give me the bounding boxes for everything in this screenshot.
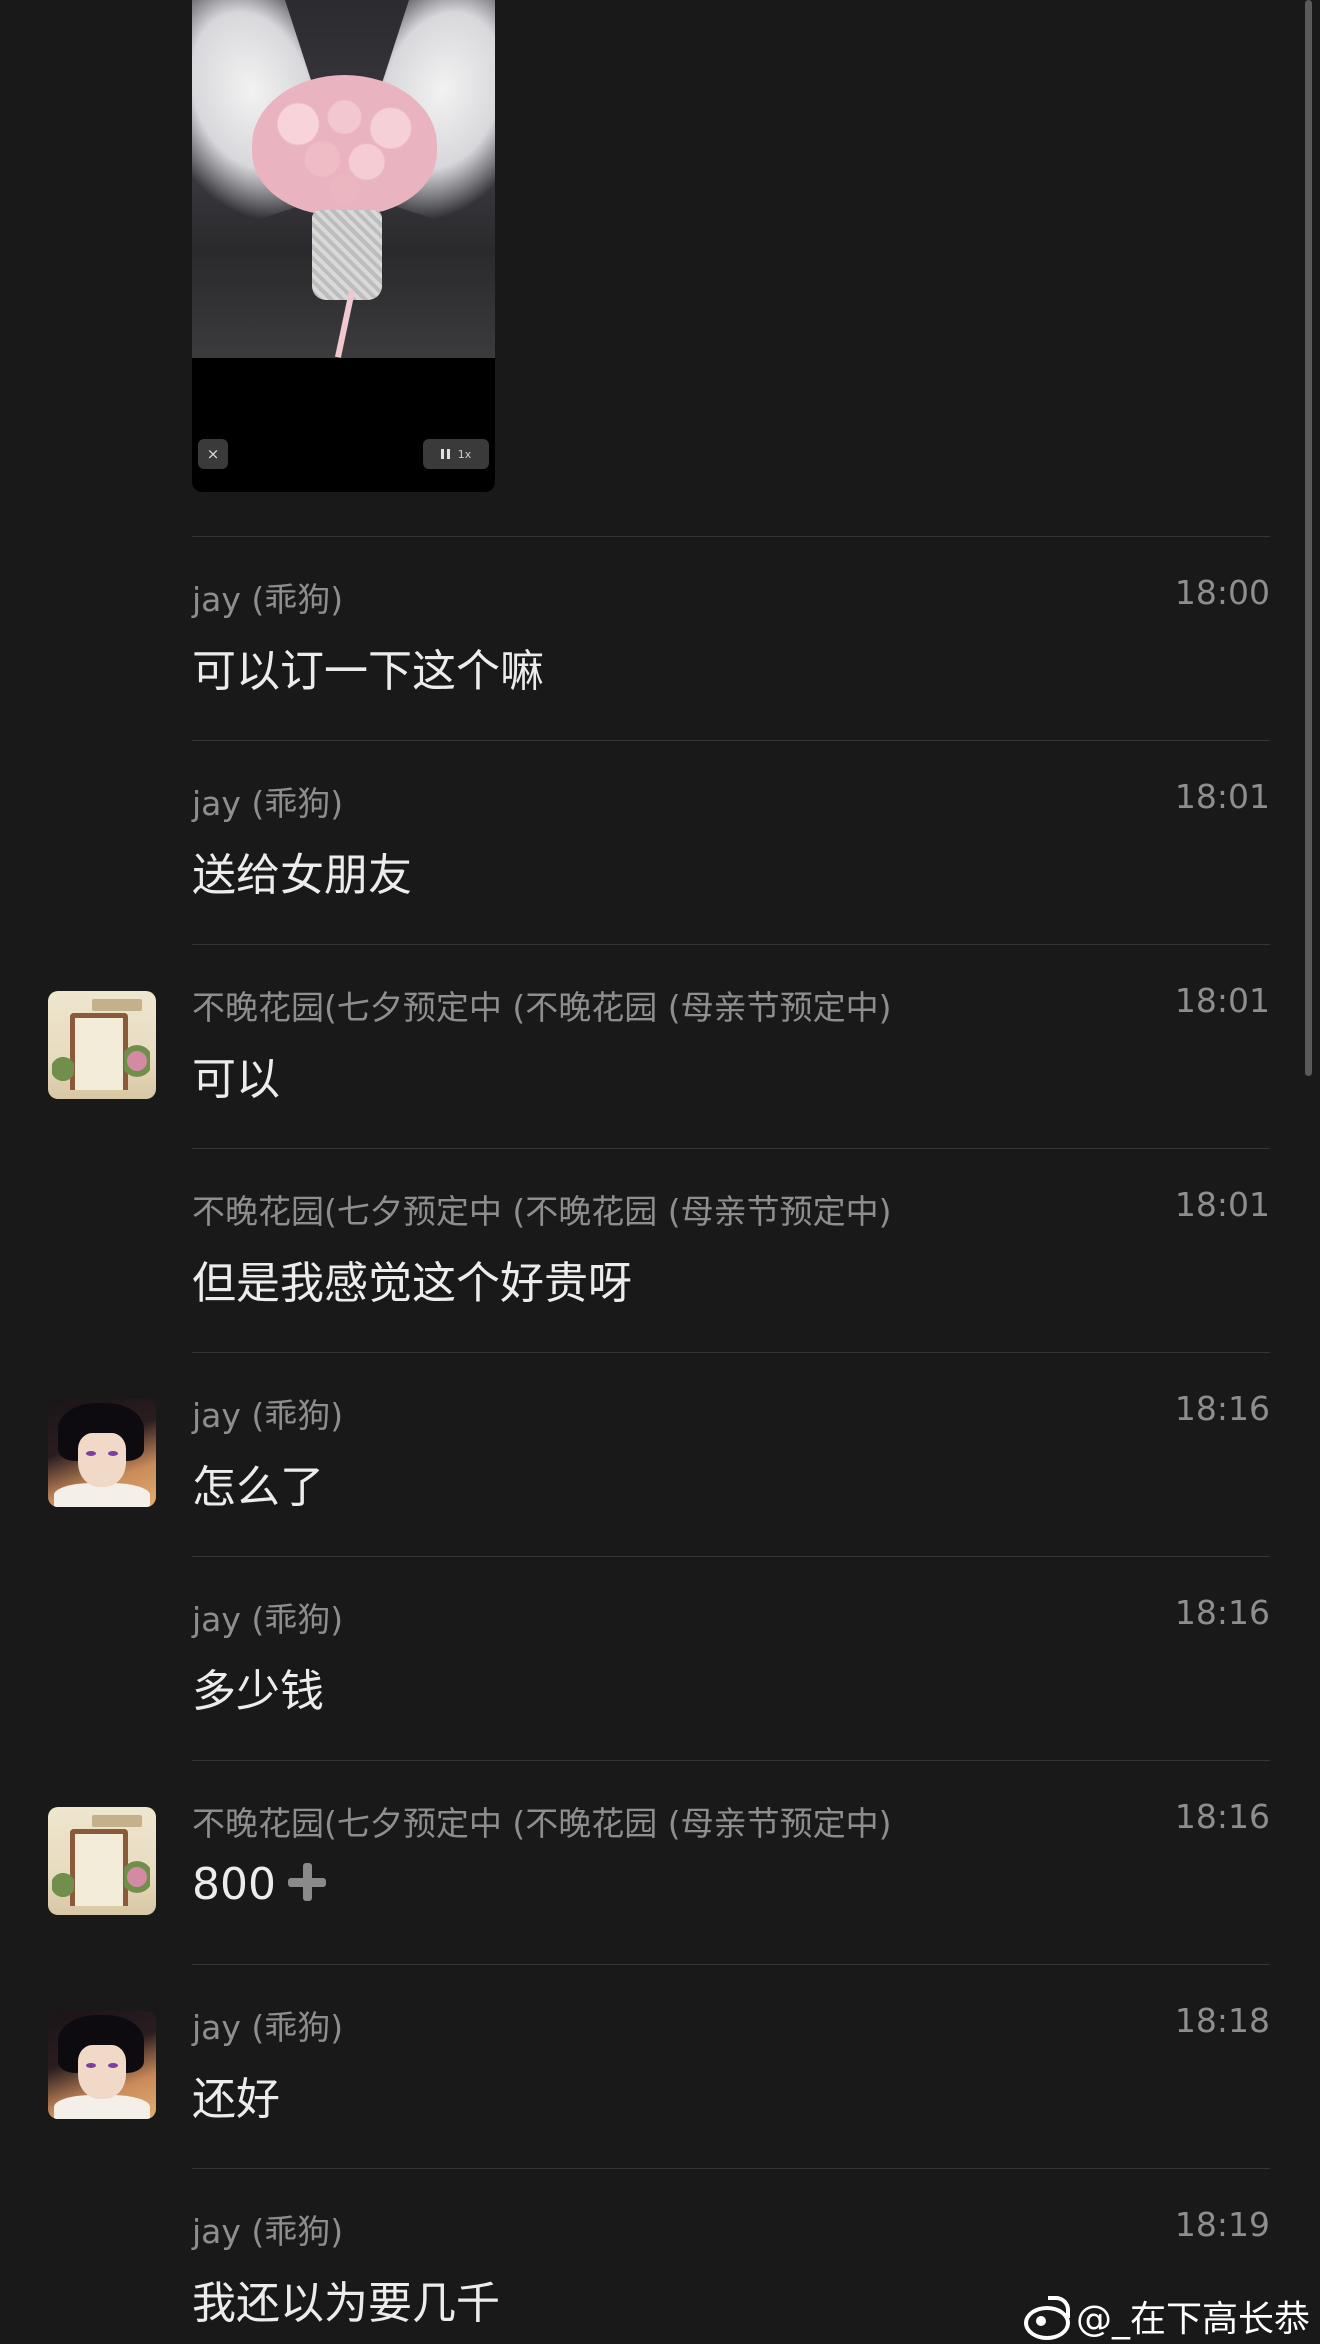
message-item[interactable]: 不晚花园(七夕预定中 (不晚花园 (母亲节预定中) 18:16 800 (0, 1761, 1320, 1965)
message-text: 多少钱 (192, 1666, 324, 1717)
message-time: 18:16 (1174, 1389, 1270, 1428)
message-item[interactable]: jay (乖狗) 18:16 怎么了 (0, 1353, 1320, 1557)
pause-icon[interactable] (440, 449, 450, 459)
message-text: 怎么了 (192, 1462, 324, 1513)
playback-speed[interactable]: 1x (458, 448, 472, 461)
message-text-row: 800 (192, 1859, 328, 1910)
sender-name: jay (乖狗) (192, 580, 344, 619)
message-text: 送给女朋友 (192, 850, 412, 901)
message-text: 可以 (192, 1054, 280, 1105)
message-time: 18:18 (1174, 2001, 1270, 2040)
close-icon: × (206, 445, 220, 463)
message-time: 18:01 (1174, 1185, 1270, 1224)
message-text: 但是我感觉这个好贵呀 (192, 1258, 632, 1309)
message-text: 还好 (192, 2074, 280, 2125)
message-time: 18:00 (1174, 573, 1270, 612)
video-attachment[interactable]: × 1x (192, 0, 495, 492)
message-time: 18:01 (1174, 981, 1270, 1020)
message-item[interactable]: 不晚花园(七夕预定中 (不晚花园 (母亲节预定中) 18:01 可以 (0, 945, 1320, 1149)
video-close-button[interactable]: × (198, 439, 228, 469)
sender-name: jay (乖狗) (192, 1600, 344, 1639)
message-time: 18:19 (1174, 2205, 1270, 2244)
message-time: 18:01 (1174, 777, 1270, 816)
message-item[interactable]: 不晚花园(七夕预定中 (不晚花园 (母亲节预定中) 18:01 但是我感觉这个好… (0, 1149, 1320, 1353)
message-time: 18:16 (1174, 1593, 1270, 1632)
message-item[interactable]: jay (乖狗) 18:00 可以订一下这个嘛 (0, 537, 1320, 741)
avatar[interactable] (48, 2011, 156, 2119)
sender-name: jay (乖狗) (192, 2008, 344, 2047)
plus-icon (286, 1861, 328, 1903)
avatar[interactable] (48, 991, 156, 1099)
sender-name: jay (乖狗) (192, 2212, 344, 2251)
scrollbar[interactable] (1305, 0, 1312, 1076)
message-item[interactable]: jay (乖狗) 18:18 还好 (0, 1965, 1320, 2169)
message-item[interactable]: jay (乖狗) 18:16 多少钱 (0, 1557, 1320, 1761)
video-playback-controls[interactable]: 1x (423, 439, 489, 469)
weibo-icon (1022, 2296, 1070, 2340)
message-text: 800 (192, 1859, 276, 1910)
message-item[interactable]: jay (乖狗) 18:01 送给女朋友 (0, 741, 1320, 945)
message-time: 18:16 (1174, 1797, 1270, 1836)
avatar[interactable] (48, 1399, 156, 1507)
watermark-text: @_在下高长恭 (1075, 2299, 1310, 2340)
watermark: @_在下高长恭 (1022, 2290, 1310, 2342)
avatar[interactable] (48, 1807, 156, 1915)
sender-name: 不晚花园(七夕预定中 (不晚花园 (母亲节预定中) (192, 1804, 892, 1843)
ribbon (334, 290, 356, 358)
sender-name: 不晚花园(七夕预定中 (不晚花园 (母亲节预定中) (192, 1192, 892, 1231)
message-text: 我还以为要几千 (192, 2278, 500, 2329)
video-frame-flower-basket[interactable] (192, 0, 495, 358)
sender-name: 不晚花园(七夕预定中 (不晚花园 (母亲节预定中) (192, 988, 892, 1027)
basket (312, 210, 382, 300)
pink-roses (252, 75, 437, 215)
sender-name: jay (乖狗) (192, 1396, 344, 1435)
sender-name: jay (乖狗) (192, 784, 344, 823)
message-text: 可以订一下这个嘛 (192, 646, 544, 697)
